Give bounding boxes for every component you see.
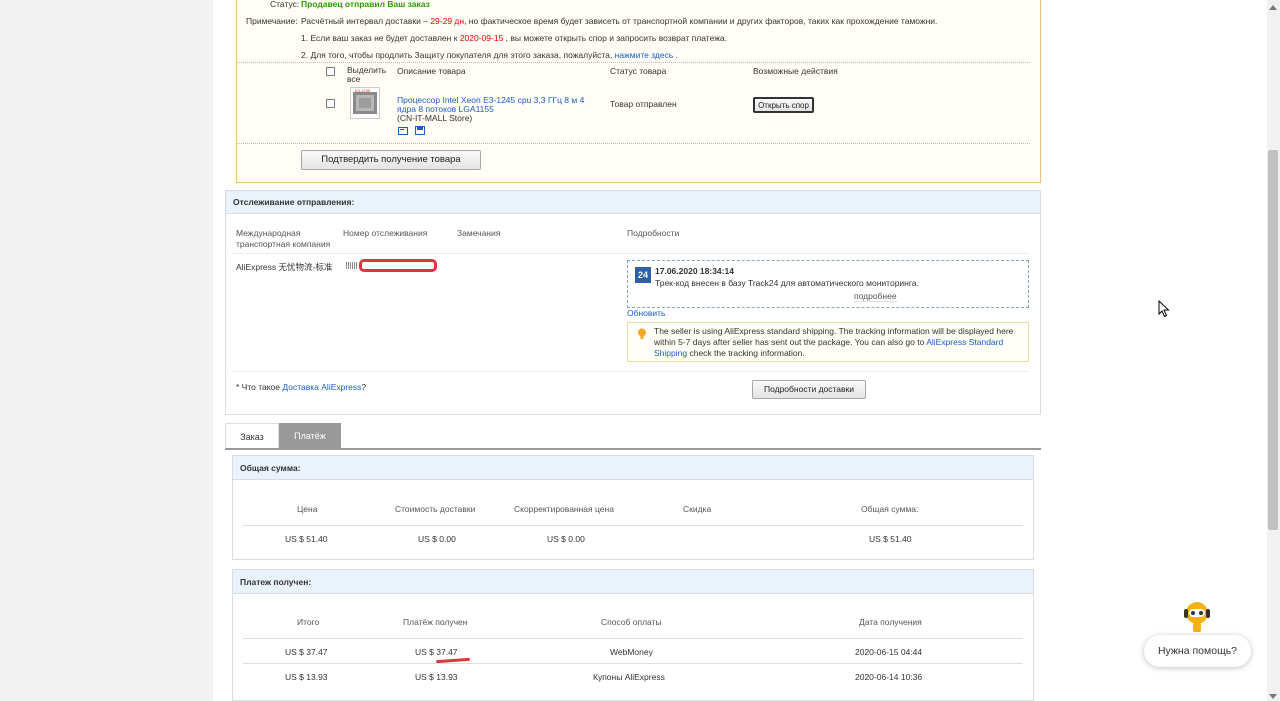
divider — [243, 638, 1023, 639]
product-thumbnail[interactable]: E3-1245 — [350, 87, 380, 119]
total-col-price: Цена — [297, 504, 318, 514]
tracking-event-card: 24 17.06.2020 18:34:14 Трек-код внесен в… — [627, 260, 1029, 308]
page-content: Статус: Продавец отправил Ваш заказ Прим… — [213, 0, 1267, 701]
delivery-days: 29-29 дн — [430, 16, 465, 26]
col-select: Выделить все — [347, 65, 387, 84]
payment-col-method: Способ оплаты — [601, 617, 662, 627]
total-price: US $ 51.40 — [285, 534, 328, 544]
assistant-mascot-icon[interactable] — [1180, 599, 1214, 635]
shipping-info-text: The seller is using AliExpress standard … — [654, 326, 1014, 358]
snapshot-icon[interactable] — [398, 126, 408, 135]
confirm-receipt-button[interactable]: Подтвердить получение товара — [301, 150, 481, 170]
tab-payment[interactable]: Платёж — [279, 423, 341, 449]
svg-text:E3-1245: E3-1245 — [355, 88, 371, 93]
col-details: Подробности — [627, 228, 680, 238]
scroll-up-icon[interactable] — [1269, 2, 1277, 10]
bulb-icon — [637, 328, 647, 340]
help-button[interactable]: Нужна помощь? — [1144, 635, 1251, 667]
scroll-down-icon[interactable] — [1269, 692, 1277, 699]
note-item-1: 1. Если ваш заказ не будет доставлен к 2… — [301, 33, 727, 43]
divider — [231, 253, 1030, 254]
tracking-number-redaction — [359, 259, 437, 272]
shipping-info-notice: The seller is using AliExpress standard … — [627, 322, 1029, 362]
item-checkbox[interactable] — [326, 99, 335, 108]
note-item-2: 2. Для того, чтобы продлить Защиту покуп… — [301, 50, 679, 60]
col-desc: Описание товара — [397, 66, 466, 76]
total-col-shipping: Стоимость доставки — [395, 504, 476, 514]
total-col-sum: Общая сумма: — [861, 504, 919, 514]
product-status: Товар отправлен — [610, 99, 677, 109]
scrollbar-thumb[interactable] — [1268, 150, 1278, 530]
status-value: Продавец отправил Ваш заказ — [301, 0, 430, 9]
protection-date: 2020-09-15 — [459, 33, 504, 43]
extend-protection-link[interactable]: нажмите здесь — [615, 50, 674, 60]
divider — [231, 371, 1030, 372]
footnote: * Что такое Доставка AliExpress? — [236, 382, 367, 392]
col-status: Статус товара — [610, 66, 667, 76]
note-text: Расчётный интервал доставки – 29-29 дн, … — [301, 16, 938, 26]
payment-row1-method: WebMoney — [610, 647, 653, 657]
total-title: Общая сумма: — [233, 456, 1033, 480]
divider — [243, 663, 1023, 664]
open-dispute-button[interactable]: Открыть спор — [753, 97, 814, 113]
col-remarks: Замечания — [457, 228, 501, 238]
col-carrier: Международная транспортная компания — [236, 228, 331, 249]
tracking-panel: Отслеживание отправления: Международная … — [225, 190, 1041, 415]
payment-title: Платеж получен: — [233, 570, 1033, 594]
payment-row1-total: US $ 37.47 — [285, 647, 328, 657]
divider — [243, 525, 1023, 526]
col-number: Номер отслеживания — [343, 228, 428, 238]
total-sum: US $ 51.40 — [869, 534, 912, 544]
aliexpress-shipping-link[interactable]: Доставка AliExpress — [282, 382, 361, 392]
track24-icon: 24 — [635, 267, 651, 283]
order-status-panel: Статус: Продавец отправил Ваш заказ Прим… — [236, 0, 1041, 183]
payment-row2-received: US $ 13.93 — [415, 672, 458, 682]
divider — [237, 143, 1030, 144]
total-col-adjusted: Скорректированная цена — [514, 504, 614, 514]
mouse-cursor-icon — [1158, 299, 1170, 318]
divider — [237, 62, 1030, 63]
payment-col-total: Итого — [297, 617, 320, 627]
shipping-details-button[interactable]: Подробности доставки — [752, 380, 866, 399]
event-more-link[interactable]: подробнее — [854, 291, 897, 302]
col-actions: Возможные действия — [753, 66, 838, 76]
total-shipping: US $ 0.00 — [418, 534, 456, 544]
total-panel: Общая сумма: Цена Стоимость доставки Ско… — [232, 455, 1034, 560]
select-all-checkbox[interactable] — [326, 67, 335, 76]
tracking-number-masked — [346, 262, 358, 269]
product-store: (CN-IT-MALL Store) — [397, 113, 473, 123]
event-text: Трек-код внесен в базу Track24 для автом… — [655, 278, 919, 288]
payment-row1-received: US $ 37.47 — [415, 647, 458, 657]
refresh-link[interactable]: Обновить — [627, 308, 666, 318]
payment-panel: Платеж получен: Итого Платёж получен Спо… — [232, 569, 1034, 701]
payment-row2-method: Купоны AliExpress — [593, 672, 665, 682]
tracking-title: Отслеживание отправления: — [226, 191, 1040, 214]
carrier-name: AliExpress 无忧物流-标准 — [236, 262, 333, 272]
payment-row1-date: 2020-06-15 04:44 — [855, 647, 923, 657]
payment-row2-date: 2020-06-14 10:36 — [855, 672, 923, 682]
total-col-discount: Скидка — [683, 504, 712, 514]
save-icon[interactable] — [415, 126, 425, 135]
tab-order[interactable]: Заказ — [225, 423, 279, 449]
note-label: Примечание: — [246, 16, 298, 26]
tab-underline — [225, 448, 1041, 450]
status-label: Статус: — [270, 0, 300, 9]
total-adjusted: US $ 0.00 — [547, 534, 585, 544]
event-time: 17.06.2020 18:34:14 — [655, 266, 734, 276]
payment-col-date: Дата получения — [859, 617, 922, 627]
payment-row2-total: US $ 13.93 — [285, 672, 328, 682]
payment-col-received: Платёж получен — [403, 617, 468, 627]
product-title-link[interactable]: Процессор Intel Xeon E3-1245 cpu 3,3 ГГц… — [397, 96, 597, 113]
